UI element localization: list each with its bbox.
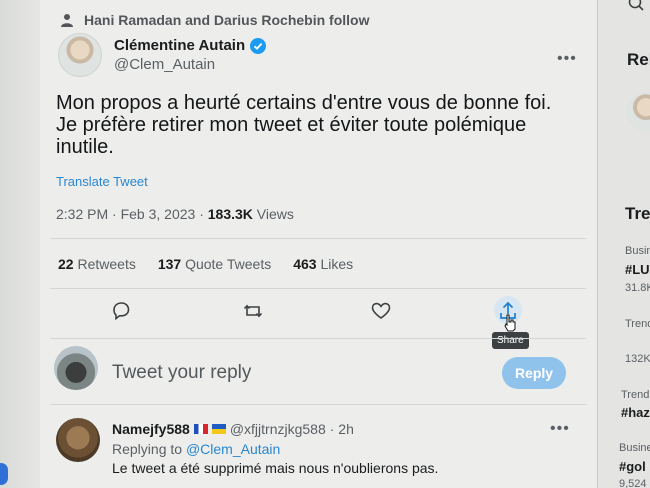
france-flag-icon bbox=[193, 424, 208, 434]
relevant-person-avatar[interactable] bbox=[626, 92, 650, 132]
trend-count: 132K bbox=[625, 353, 650, 365]
divider bbox=[50, 288, 586, 289]
translate-tweet-link[interactable]: Translate Tweet bbox=[56, 174, 148, 189]
trend-tag[interactable]: #haz bbox=[621, 405, 650, 420]
relevant-people-title: Rel bbox=[627, 50, 650, 69]
tweet-time[interactable]: 2:32 PM · Feb 3, 2023 · bbox=[56, 206, 208, 222]
tweet-meta: 2:32 PM · Feb 3, 2023 · 183.3K Views bbox=[56, 206, 294, 222]
trend-tag[interactable]: #LU bbox=[625, 262, 650, 277]
quotes-stat[interactable]: 137 Quote Tweets bbox=[158, 256, 271, 272]
retweets-label: Retweets bbox=[77, 256, 136, 272]
divider bbox=[50, 404, 586, 405]
share-tooltip: Share bbox=[492, 332, 529, 349]
replying-prefix: Replying to bbox=[112, 441, 186, 457]
tweet-text: Mon propos a heurté certains d'entre vou… bbox=[56, 92, 552, 158]
author-avatar[interactable] bbox=[58, 33, 102, 77]
tweet-detail: Hani Ramadan and Darius Rochebin follow … bbox=[40, 0, 598, 488]
likes-count: 463 bbox=[293, 256, 317, 272]
divider bbox=[50, 238, 586, 239]
quotes-label: Quote Tweets bbox=[185, 256, 272, 272]
trend-category: Trend bbox=[625, 318, 650, 330]
reply-input[interactable]: Tweet your reply bbox=[112, 362, 251, 384]
retweet-icon[interactable] bbox=[242, 300, 264, 322]
retweets-stat[interactable]: 22 Retweets bbox=[58, 256, 136, 272]
comment-text: Le tweet a été supprimé mais nous n'oubl… bbox=[112, 460, 439, 476]
quotes-count: 137 bbox=[157, 256, 182, 272]
ukraine-flag-icon bbox=[211, 424, 226, 434]
replying-to: Replying to @Clem_Autain bbox=[112, 441, 280, 457]
comment-more-icon[interactable]: ••• bbox=[550, 420, 570, 438]
reply-button[interactable]: Reply bbox=[502, 357, 566, 389]
author-name[interactable]: Clémentine Autain bbox=[114, 37, 267, 54]
engagement-stats: 22 Retweets 137 Quote Tweets 463 Likes bbox=[58, 256, 353, 272]
likes-stat[interactable]: 463 Likes bbox=[293, 256, 353, 272]
search-icon[interactable] bbox=[627, 0, 645, 12]
comment-time[interactable]: · 2h bbox=[330, 421, 354, 437]
views-label: Views bbox=[252, 206, 294, 222]
divider bbox=[50, 338, 586, 339]
trends-title: Tre bbox=[625, 204, 650, 223]
likes-label: Likes bbox=[320, 256, 354, 272]
reply-icon[interactable] bbox=[110, 300, 132, 322]
commenter-avatar[interactable] bbox=[56, 418, 100, 462]
commenter-handle[interactable]: @xfjjtrnzjkg588 bbox=[230, 421, 326, 437]
trend-category: Trend bbox=[621, 389, 650, 401]
more-options-icon[interactable]: ••• bbox=[557, 50, 577, 68]
like-icon[interactable] bbox=[370, 300, 392, 322]
comment-header: Namejfy588 @xfjjtrnzjkg588 · 2h bbox=[112, 421, 354, 437]
current-user-avatar[interactable] bbox=[54, 346, 98, 390]
trend-tag[interactable]: #gol bbox=[619, 459, 646, 474]
social-context: Hani Ramadan and Darius Rochebin follow bbox=[60, 12, 369, 28]
author-handle[interactable]: @Clem_Autain bbox=[114, 56, 215, 73]
author-name-text[interactable]: Clémentine Autain bbox=[114, 37, 245, 54]
left-edge bbox=[0, 0, 40, 488]
hand-cursor-icon bbox=[504, 314, 516, 332]
views-count: 183.3K bbox=[207, 206, 253, 222]
right-sidebar: Rel Tre Busin #LU 31.8K Trend 132K Trend… bbox=[599, 0, 650, 488]
person-icon bbox=[61, 14, 73, 27]
social-context-text: Hani Ramadan and Darius Rochebin follow bbox=[84, 12, 370, 28]
commenter-name[interactable]: Namejfy588 bbox=[112, 421, 190, 437]
verified-badge-icon bbox=[250, 37, 267, 54]
trend-count: 9,524 bbox=[619, 478, 647, 488]
retweets-count: 22 bbox=[58, 256, 74, 272]
trend-count: 31.8K bbox=[625, 282, 650, 294]
replying-handle-link[interactable]: @Clem_Autain bbox=[186, 441, 280, 457]
compose-button-edge[interactable] bbox=[0, 463, 8, 485]
trend-category: Busine bbox=[619, 442, 650, 454]
trend-category: Busin bbox=[625, 245, 650, 257]
